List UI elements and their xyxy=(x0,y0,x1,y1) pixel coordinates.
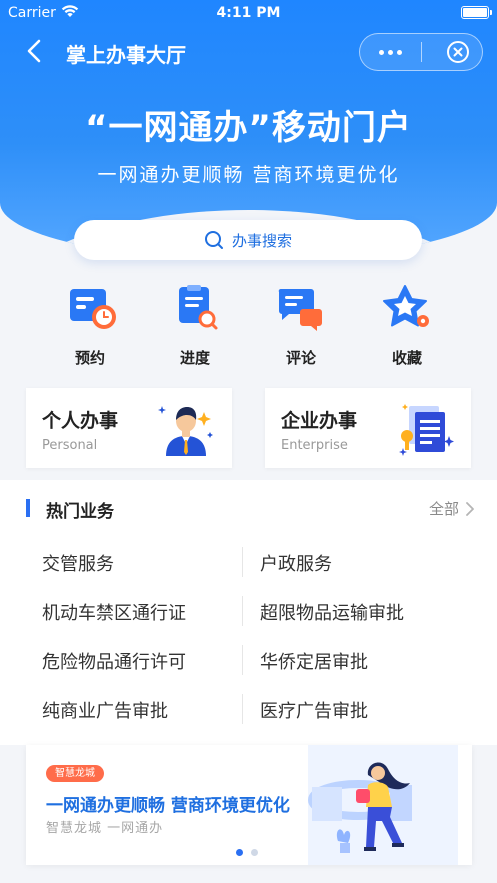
more-dot-icon xyxy=(378,49,384,55)
hot-service-item[interactable]: 交管服务 xyxy=(42,550,114,576)
person-with-coins-illustration xyxy=(308,745,458,865)
quick-action-comment[interactable]: 评论 xyxy=(261,283,341,368)
card-subtitle: Personal xyxy=(42,438,98,453)
banner-subtitle: 智慧龙城 一网通办 xyxy=(46,821,164,836)
hot-service-item[interactable]: 医疗广告审批 xyxy=(260,697,368,723)
search-icon xyxy=(204,231,223,249)
hot-service-item[interactable]: 超限物品运输审批 xyxy=(260,599,404,625)
back-arrow-icon[interactable] xyxy=(20,36,50,66)
calendar-clock-icon xyxy=(70,289,116,329)
close-icon[interactable] xyxy=(446,40,470,64)
hero-title: “一网通办”移动门户 xyxy=(85,108,412,148)
quick-action-appointment[interactable]: 预约 xyxy=(50,283,130,368)
banner-tag: 智慧龙城 xyxy=(46,765,104,782)
more-button[interactable] xyxy=(360,34,420,70)
view-all-link[interactable]: 全部 xyxy=(429,498,475,519)
banner-title: 一网通办更顺畅 营商环境更优化 xyxy=(46,796,290,816)
hero-subtitle: 一网通办更顺畅 营商环境更优化 xyxy=(97,164,400,186)
chat-bubbles-icon xyxy=(278,288,322,331)
clock: 4:11 PM xyxy=(216,5,281,21)
person-icon xyxy=(158,406,213,456)
search-label: 办事搜索 xyxy=(231,231,292,250)
quick-action-label: 预约 xyxy=(74,349,105,367)
card-title: 个人办事 xyxy=(42,410,119,432)
column-divider xyxy=(242,547,243,577)
personal-services-card[interactable]: 个人办事 Personal xyxy=(26,388,232,468)
capsule-divider xyxy=(421,42,422,62)
column-divider xyxy=(242,694,243,724)
column-divider xyxy=(242,596,243,626)
quick-action-label: 进度 xyxy=(179,349,210,367)
hot-service-item[interactable]: 华侨定居审批 xyxy=(260,648,368,674)
column-divider xyxy=(242,645,243,675)
section-accent-bar xyxy=(26,499,30,517)
more-dot-icon xyxy=(396,49,402,55)
status-bar: Carrier 4:11 PM xyxy=(0,0,497,26)
page-title: 掌上办事大厅 xyxy=(66,43,186,67)
quick-action-favorite[interactable]: 收藏 xyxy=(367,283,447,368)
hot-services-section: 热门业务 全部 交管服务 户政服务 机动车禁区通行证 超限物品运输审批 危险物品… xyxy=(0,480,497,745)
hot-service-item[interactable]: 纯商业广告审批 xyxy=(42,697,168,723)
carousel-indicator xyxy=(236,849,258,856)
promo-banner[interactable]: 智慧龙城 一网通办更顺畅 营商环境更优化 智慧龙城 一网通办 xyxy=(26,745,472,865)
search-bar[interactable]: 办事搜索 xyxy=(74,220,422,260)
chevron-right-icon xyxy=(466,501,474,516)
clipboard-search-icon xyxy=(179,285,218,330)
carousel-dot[interactable] xyxy=(251,849,258,856)
quick-actions: 预约 进度 评论 收藏 xyxy=(0,283,497,368)
more-dot-icon xyxy=(387,49,393,55)
documents-icon xyxy=(399,404,454,456)
enterprise-services-card[interactable]: 企业办事 Enterprise xyxy=(265,388,471,468)
card-subtitle: Enterprise xyxy=(281,438,348,453)
view-all-label: 全部 xyxy=(428,500,459,518)
carousel-dot-active[interactable] xyxy=(236,849,243,856)
nav-bar: 掌上办事大厅 xyxy=(0,30,497,72)
hot-service-item[interactable]: 户政服务 xyxy=(260,550,332,576)
hot-service-item[interactable]: 危险物品通行许可 xyxy=(42,648,186,674)
card-title: 企业办事 xyxy=(281,410,358,432)
hot-service-item[interactable]: 机动车禁区通行证 xyxy=(42,599,186,625)
section-header: 热门业务 全部 xyxy=(26,494,475,522)
mini-program-capsule xyxy=(359,33,483,71)
quick-action-label: 评论 xyxy=(285,349,316,367)
quick-action-label: 收藏 xyxy=(391,349,422,367)
section-title: 热门业务 xyxy=(46,502,114,522)
battery-icon xyxy=(461,6,492,19)
star-icon xyxy=(383,285,429,327)
quick-action-progress[interactable]: 进度 xyxy=(155,283,235,368)
